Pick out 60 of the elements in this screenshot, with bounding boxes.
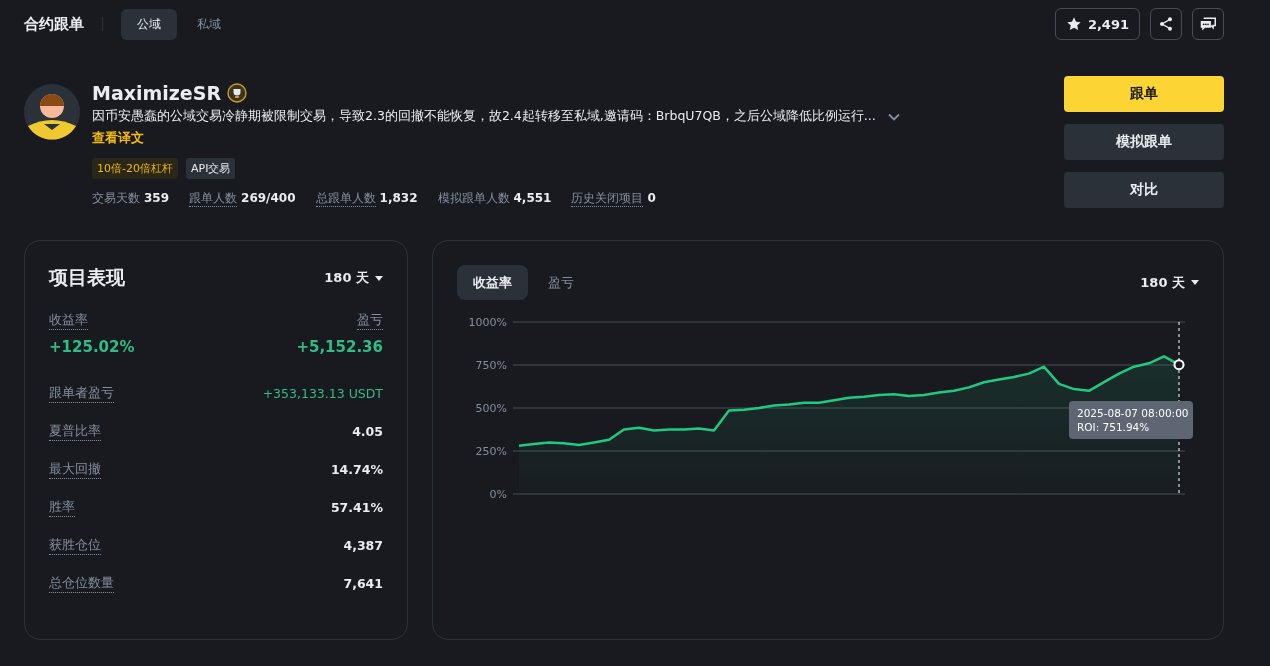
metric-label: 总仓位数量 bbox=[49, 574, 114, 593]
avatar-icon bbox=[24, 84, 80, 140]
translate-link[interactable]: 查看译文 bbox=[92, 129, 144, 147]
stat-value: 359 bbox=[144, 191, 170, 205]
metric-value: 7,641 bbox=[343, 576, 383, 591]
star-icon bbox=[1065, 16, 1082, 32]
stat-value: 4,551 bbox=[513, 191, 552, 205]
tab[interactable]: 盈亏 bbox=[532, 265, 590, 300]
axis-label: 1000% bbox=[468, 316, 507, 329]
tab[interactable]: 收益率 bbox=[457, 265, 528, 300]
hover-point bbox=[1173, 359, 1185, 371]
stat-label: 模拟跟单人数 bbox=[437, 191, 510, 206]
stat-value: 1,832 bbox=[379, 191, 418, 205]
axis-label: 0% bbox=[489, 488, 507, 501]
card-title: 项目表现 bbox=[49, 265, 125, 290]
stat-label: 总跟单人数 bbox=[315, 191, 376, 207]
trophy-badge-icon bbox=[227, 83, 248, 103]
tab[interactable]: 私域 bbox=[181, 8, 237, 40]
stat-label: 历史关闭项目 bbox=[571, 191, 644, 207]
period-dropdown[interactable]: 180 天 bbox=[1140, 273, 1199, 292]
metric-label: 夏普比率 bbox=[49, 422, 101, 441]
metric-value: 4,387 bbox=[343, 538, 383, 553]
chevron-down-icon[interactable] bbox=[887, 112, 900, 121]
action-button[interactable]: 模拟跟单 bbox=[1064, 124, 1224, 160]
trader-name: MaximizeSR bbox=[92, 82, 222, 104]
roi-value: +125.02% bbox=[49, 338, 135, 356]
metric-label: 收益率 bbox=[49, 311, 88, 330]
stat-value: 0 bbox=[647, 191, 656, 205]
tag: API交易 bbox=[185, 158, 236, 179]
action-button[interactable]: 跟单 bbox=[1064, 76, 1224, 112]
metric-label: 胜率 bbox=[49, 498, 75, 517]
axis-label: 250% bbox=[475, 445, 507, 458]
chat-icon bbox=[1199, 16, 1217, 32]
favorite-button[interactable]: 2,491 bbox=[1054, 8, 1140, 40]
metric-label: 盈亏 bbox=[357, 311, 383, 330]
pnl-value: +5,152.36 bbox=[296, 338, 383, 356]
tag: 10倍-20倍杠杆 bbox=[92, 158, 178, 179]
period-dropdown[interactable]: 180 天 bbox=[324, 269, 383, 287]
share-button[interactable] bbox=[1150, 8, 1182, 40]
share-icon bbox=[1158, 16, 1174, 32]
metric-label: 跟单者盈亏 bbox=[49, 384, 114, 403]
metric-value: +353,133.13 USDT bbox=[262, 386, 383, 401]
stat-value: 269/400 bbox=[241, 191, 296, 205]
axis-label: 750% bbox=[475, 359, 507, 372]
metric-label: 最大回撤 bbox=[49, 460, 101, 479]
metric-value: 4.05 bbox=[352, 424, 383, 439]
stat-label: 跟单人数 bbox=[189, 191, 238, 207]
stat-label: 交易天数 bbox=[92, 191, 140, 206]
action-button[interactable]: 对比 bbox=[1064, 172, 1224, 208]
metric-value: 57.41% bbox=[330, 500, 383, 515]
metric-value: 14.74% bbox=[330, 462, 383, 477]
bio-text: 因币安愚蠢的公域交易冷静期被限制交易，导致2.3的回撤不能恢复，故2.4起转移至私域,邀请码：BrbqU7QB，之后公域降低比例运行... bbox=[92, 108, 876, 125]
chat-button[interactable] bbox=[1192, 8, 1224, 40]
tab[interactable]: 公域 bbox=[121, 8, 177, 40]
metric-label: 获胜仓位 bbox=[49, 536, 101, 555]
axis-label: 500% bbox=[475, 402, 507, 415]
caret-icon bbox=[1191, 280, 1199, 285]
page-title: 合约跟单 bbox=[24, 14, 84, 34]
tooltip-value: ROI: 751.94% bbox=[1077, 420, 1151, 433]
caret-icon bbox=[375, 275, 383, 281]
